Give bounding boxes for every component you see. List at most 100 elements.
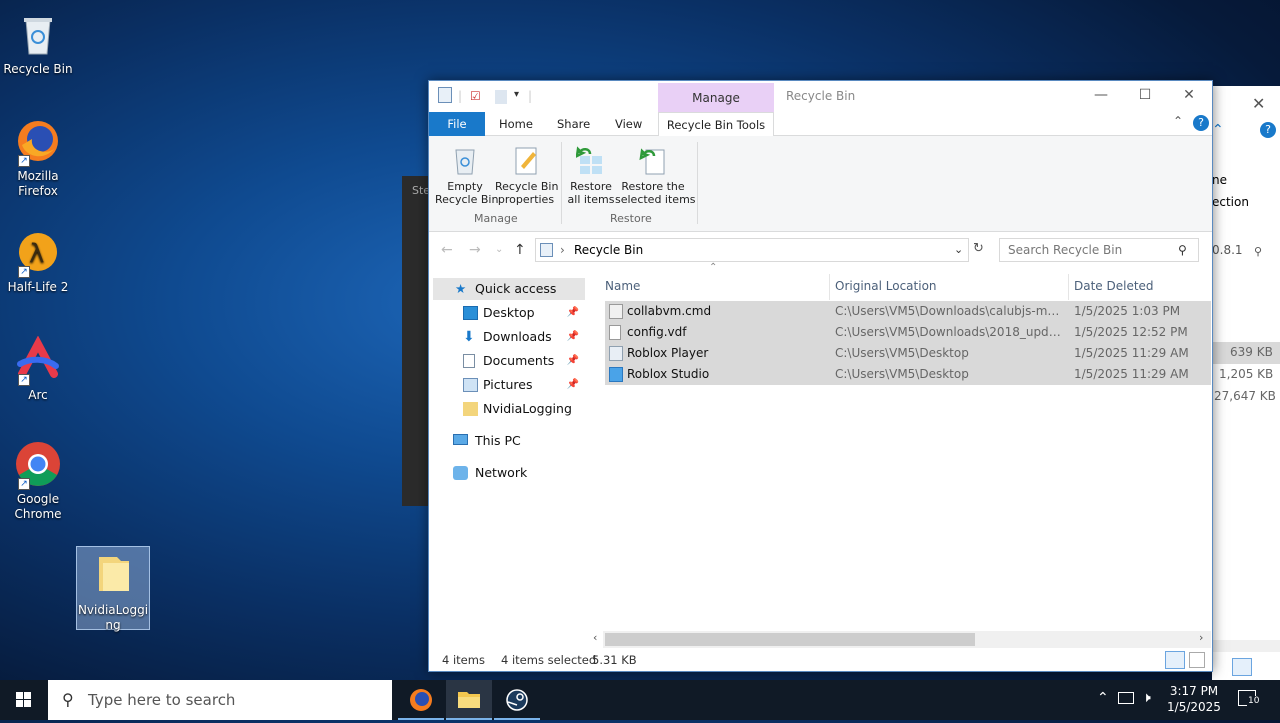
tab-share[interactable]: Share [543, 112, 604, 136]
start-button[interactable] [0, 680, 46, 720]
nav-documents[interactable]: Documents 📌 [433, 350, 585, 372]
file-icon [609, 325, 621, 340]
taskbar-file-explorer[interactable] [446, 680, 492, 720]
restore-selected-button[interactable]: Restore the selected items [615, 142, 696, 206]
nav-quick-access[interactable]: ★ Quick access [433, 278, 585, 300]
folder-icon [463, 402, 478, 416]
close-button[interactable]: ✕ [1167, 85, 1211, 107]
details-view-icon[interactable] [1232, 658, 1252, 676]
maximize-button[interactable]: ☐ [1123, 85, 1167, 107]
file-name: config.vdf [627, 325, 687, 339]
nav-label: Desktop [483, 305, 535, 320]
pin-icon[interactable]: 📌 [567, 374, 579, 396]
column-header-name[interactable]: Name [605, 268, 640, 304]
file-original-location: C:\Users\VM5\Downloads\2018_updated... [835, 325, 1061, 339]
back-button[interactable]: ← [441, 242, 453, 258]
desktop-icon-nvidialogging[interactable]: NvidiaLogging [76, 546, 150, 632]
restore-all-button[interactable]: Restore all items [565, 142, 617, 206]
recycle-bin-properties-button[interactable]: Recycle Bin properties [495, 142, 559, 206]
button-label: Restore the selected items [615, 180, 696, 206]
help-icon[interactable]: ? [1193, 115, 1209, 131]
item-count: 4 items [442, 653, 485, 667]
file-list: ⌃ Name Original Location Date Deleted co… [603, 262, 1213, 648]
taskbar-steam[interactable] [494, 680, 540, 720]
background-window-right[interactable]: ✕ ⌃ ? ne ection 0.8.1 ⚲ 639 KB 1,205 KB … [1212, 86, 1280, 680]
horizontal-scrollbar[interactable]: ‹ › [593, 631, 1211, 648]
desktop-icon-firefox[interactable]: ↗ Mozilla Firefox [1, 117, 75, 199]
search-icon: ⚲ [62, 690, 74, 709]
tab-file[interactable]: File [429, 112, 485, 136]
taskbar-firefox[interactable] [398, 680, 444, 720]
nav-downloads[interactable]: ⬇ Downloads 📌 [433, 326, 585, 348]
arc-icon: ↗ [14, 335, 62, 386]
table-row[interactable]: Roblox Studio C:\Users\VM5\Desktop 1/5/2… [605, 364, 1211, 385]
scroll-right-icon[interactable]: › [1199, 631, 1203, 644]
pin-icon[interactable]: 📌 [567, 326, 579, 348]
up-button[interactable]: ↑ [514, 242, 526, 258]
volume-muted-icon[interactable]: 🕨 [1142, 690, 1151, 706]
refresh-icon[interactable]: ↻ [973, 241, 984, 256]
large-icons-view-icon[interactable] [1189, 652, 1205, 668]
desktop-icon-recycle-bin[interactable]: Recycle Bin [1, 10, 75, 77]
network-icon[interactable] [1118, 692, 1134, 704]
background-window-left[interactable]: Ste [402, 176, 430, 506]
clock[interactable]: 3:17 PM 1/5/2025 [1163, 683, 1225, 715]
nav-pictures[interactable]: Pictures 📌 [433, 374, 585, 396]
desktop-icon-chrome[interactable]: ↗ Google Chrome [1, 440, 75, 522]
search-input[interactable]: Search Recycle Bin ⚲ [999, 238, 1199, 262]
empty-recycle-bin-button[interactable]: Empty Recycle Bin [435, 142, 498, 206]
forward-button[interactable]: → [469, 242, 481, 258]
tab-view[interactable]: View [601, 112, 656, 136]
roblox-player-icon [609, 346, 623, 361]
collapse-icon[interactable]: ⌃ [1212, 122, 1224, 138]
file-original-location: C:\Users\VM5\Downloads\calubjs-main [835, 304, 1061, 318]
title-bar[interactable]: | ☑ ▾ | Manage Recycle Bin — ☐ ✕ [429, 81, 1212, 113]
taskbar: ⚲ Type here to search ⌃ 🕨 3:17 PM 1/5/20… [0, 680, 1280, 720]
button-label: Recycle Bin properties [495, 180, 559, 206]
roblox-studio-icon [609, 367, 623, 382]
properties-icon[interactable]: ☑ [470, 89, 481, 103]
explorer-window[interactable]: | ☑ ▾ | Manage Recycle Bin — ☐ ✕ File Ho… [428, 80, 1213, 672]
nav-desktop[interactable]: Desktop 📌 [433, 302, 585, 324]
recycle-bin-small-icon [540, 243, 553, 257]
recent-locations-icon[interactable]: ⌄ [495, 244, 503, 255]
minimize-button[interactable]: — [1079, 85, 1123, 107]
table-row[interactable]: config.vdf C:\Users\VM5\Downloads\2018_u… [605, 322, 1211, 343]
nav-nvidialogging[interactable]: NvidiaLogging [433, 398, 585, 420]
column-header-original-location[interactable]: Original Location [835, 268, 937, 304]
action-center-icon[interactable]: 10 [1238, 690, 1261, 706]
collapse-ribbon-icon[interactable]: ⌃ [1173, 114, 1183, 128]
search-placeholder: Type here to search [88, 691, 236, 709]
nav-this-pc[interactable]: This PC [433, 430, 585, 452]
scroll-left-icon[interactable]: ‹ [593, 631, 597, 644]
nav-network[interactable]: Network [433, 462, 585, 484]
show-hidden-icons-icon[interactable]: ⌃ [1097, 690, 1109, 706]
column-header-date-deleted[interactable]: Date Deleted [1074, 268, 1154, 304]
folder-icon [89, 551, 137, 599]
download-arrow-icon: ⬇ [463, 329, 475, 345]
breadcrumb-separator: › [560, 243, 565, 257]
desktop-icon-arc[interactable]: ↗ Arc [1, 335, 75, 403]
file-date-deleted: 1/5/2025 12:52 PM [1074, 325, 1188, 339]
breadcrumb[interactable]: Recycle Bin [574, 239, 643, 261]
tab-recycle-bin-tools[interactable]: Recycle Bin Tools [658, 112, 774, 137]
taskbar-search-input[interactable]: ⚲ Type here to search [48, 680, 392, 720]
bg-window-text: ection [1212, 195, 1249, 209]
address-bar[interactable]: › Recycle Bin ⌄ [535, 238, 969, 262]
customize-quick-access-icon[interactable]: ▾ [514, 89, 519, 100]
tab-home[interactable]: Home [485, 112, 547, 136]
pin-icon[interactable]: 📌 [567, 350, 579, 372]
chevron-down-icon[interactable]: ⌄ [954, 239, 963, 261]
close-icon[interactable]: ✕ [1252, 94, 1265, 113]
scrollbar-thumb[interactable] [605, 633, 975, 646]
shortcut-arrow-icon: ↗ [18, 266, 30, 278]
help-icon[interactable]: ? [1260, 122, 1276, 138]
table-row[interactable]: Roblox Player C:\Users\VM5\Desktop 1/5/2… [605, 343, 1211, 364]
desktop-icon-half-life-2[interactable]: λ ↗ Half-Life 2 [1, 228, 75, 295]
pin-icon[interactable]: 📌 [567, 302, 579, 324]
new-folder-icon[interactable] [495, 90, 507, 104]
window-title: Recycle Bin [786, 89, 856, 103]
details-view-icon[interactable] [1165, 651, 1185, 669]
desktop-icon-label: Arc [28, 388, 48, 402]
table-row[interactable]: collabvm.cmd C:\Users\VM5\Downloads\calu… [605, 301, 1211, 322]
